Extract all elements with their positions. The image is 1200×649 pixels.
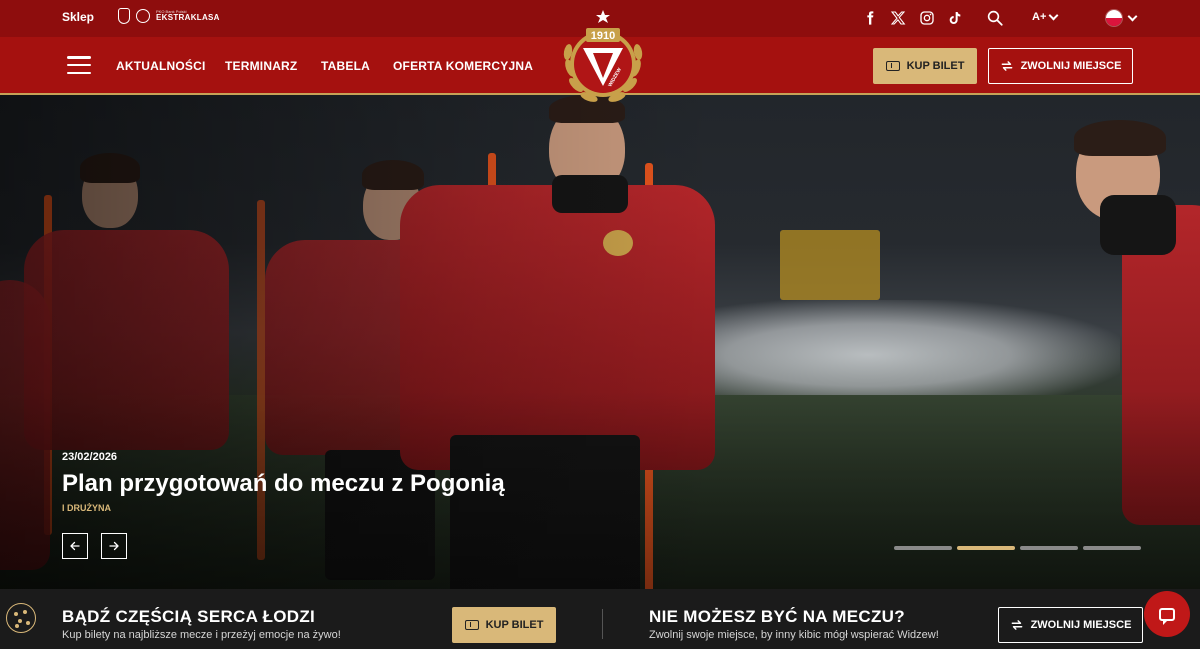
- shop-link[interactable]: Sklep: [62, 10, 94, 24]
- chevron-down-icon: [1127, 11, 1138, 21]
- chevron-down-icon: [1048, 10, 1059, 20]
- league-icon: [136, 9, 150, 23]
- language-selector[interactable]: [1105, 9, 1138, 27]
- ticket-icon: [885, 61, 900, 71]
- ekstraklasa-logo[interactable]: PKO Bank Polski EKSTRAKLASA: [118, 8, 220, 24]
- cta-release-seat-button[interactable]: ZWOLNIJ MIEJSCE: [998, 607, 1143, 643]
- article-date: 23/02/2026: [62, 451, 118, 463]
- x-icon[interactable]: [888, 9, 908, 27]
- league-name-text: EKSTRAKLASA: [156, 13, 220, 22]
- facebook-icon[interactable]: [860, 9, 880, 27]
- next-slide-button[interactable]: [101, 533, 127, 559]
- prev-slide-button[interactable]: [62, 533, 88, 559]
- arrow-left-icon: [70, 541, 80, 551]
- buy-ticket-button[interactable]: KUP BILET: [873, 48, 977, 84]
- cta-right-subtitle: Zwolnij swoje miejsce, by inny kibic móg…: [649, 629, 939, 641]
- tiktok-icon[interactable]: [945, 9, 965, 27]
- swap-icon: [1011, 620, 1022, 630]
- release-seat-button[interactable]: ZWOLNIJ MIEJSCE: [988, 48, 1133, 84]
- swap-icon: [1001, 61, 1012, 71]
- menu-icon[interactable]: [67, 56, 91, 74]
- crest-year: 1910: [591, 30, 615, 42]
- slide-indicator[interactable]: [1020, 546, 1078, 550]
- league-sponsor-text: PKO Bank Polski: [156, 9, 187, 14]
- nav-item-news[interactable]: AKTUALNOŚCI: [116, 59, 206, 73]
- cookie-icon[interactable]: [6, 603, 36, 633]
- article-title[interactable]: Plan przygotowań do meczu z Pogonią: [62, 470, 505, 498]
- chat-bubble-icon: [1159, 607, 1175, 625]
- cta-bar: BĄDŹ CZĘŚCIĄ SERCA ŁODZI Kup bilety na n…: [0, 589, 1200, 649]
- club-crest-logo[interactable]: 1910 WIDZEW: [556, 8, 650, 114]
- article-category[interactable]: I DRUŻYNA: [62, 503, 111, 513]
- cta-left-title: BĄDŹ CZĘŚCIĄ SERCA ŁODZI: [62, 607, 316, 626]
- hero-slider[interactable]: [0, 95, 1200, 589]
- arrow-right-icon: [109, 541, 119, 551]
- cta-release-seat-label: ZWOLNIJ MIEJSCE: [1030, 619, 1132, 631]
- cta-buy-ticket-button[interactable]: KUP BILET: [452, 607, 556, 643]
- nav-item-fixtures[interactable]: TERMINARZ: [225, 59, 297, 73]
- search-icon[interactable]: [986, 9, 1004, 27]
- buy-ticket-label: KUP BILET: [906, 60, 965, 72]
- font-size-toggle[interactable]: A+: [1032, 10, 1059, 23]
- instagram-icon[interactable]: [917, 9, 937, 27]
- slide-indicator[interactable]: [894, 546, 952, 550]
- slide-indicator[interactable]: [1083, 546, 1141, 550]
- ticket-icon: [464, 620, 479, 630]
- cta-right-title: NIE MOŻESZ BYĆ NA MECZU?: [649, 607, 905, 626]
- poland-flag-icon: [1105, 9, 1123, 27]
- font-size-label: A+: [1032, 11, 1047, 23]
- nav-item-table[interactable]: TABELA: [321, 59, 370, 73]
- sponsor-icon: [118, 8, 130, 24]
- release-seat-label: ZWOLNIJ MIEJSCE: [1020, 60, 1122, 72]
- slide-indicator-active[interactable]: [957, 546, 1015, 550]
- cta-buy-ticket-label: KUP BILET: [485, 619, 544, 631]
- nav-item-commercial[interactable]: OFERTA KOMERCYJNA: [393, 59, 533, 73]
- cta-left-subtitle: Kup bilety na najbliższe mecze i przeżyj…: [62, 629, 341, 641]
- divider: [602, 609, 603, 639]
- chat-button[interactable]: [1144, 591, 1190, 637]
